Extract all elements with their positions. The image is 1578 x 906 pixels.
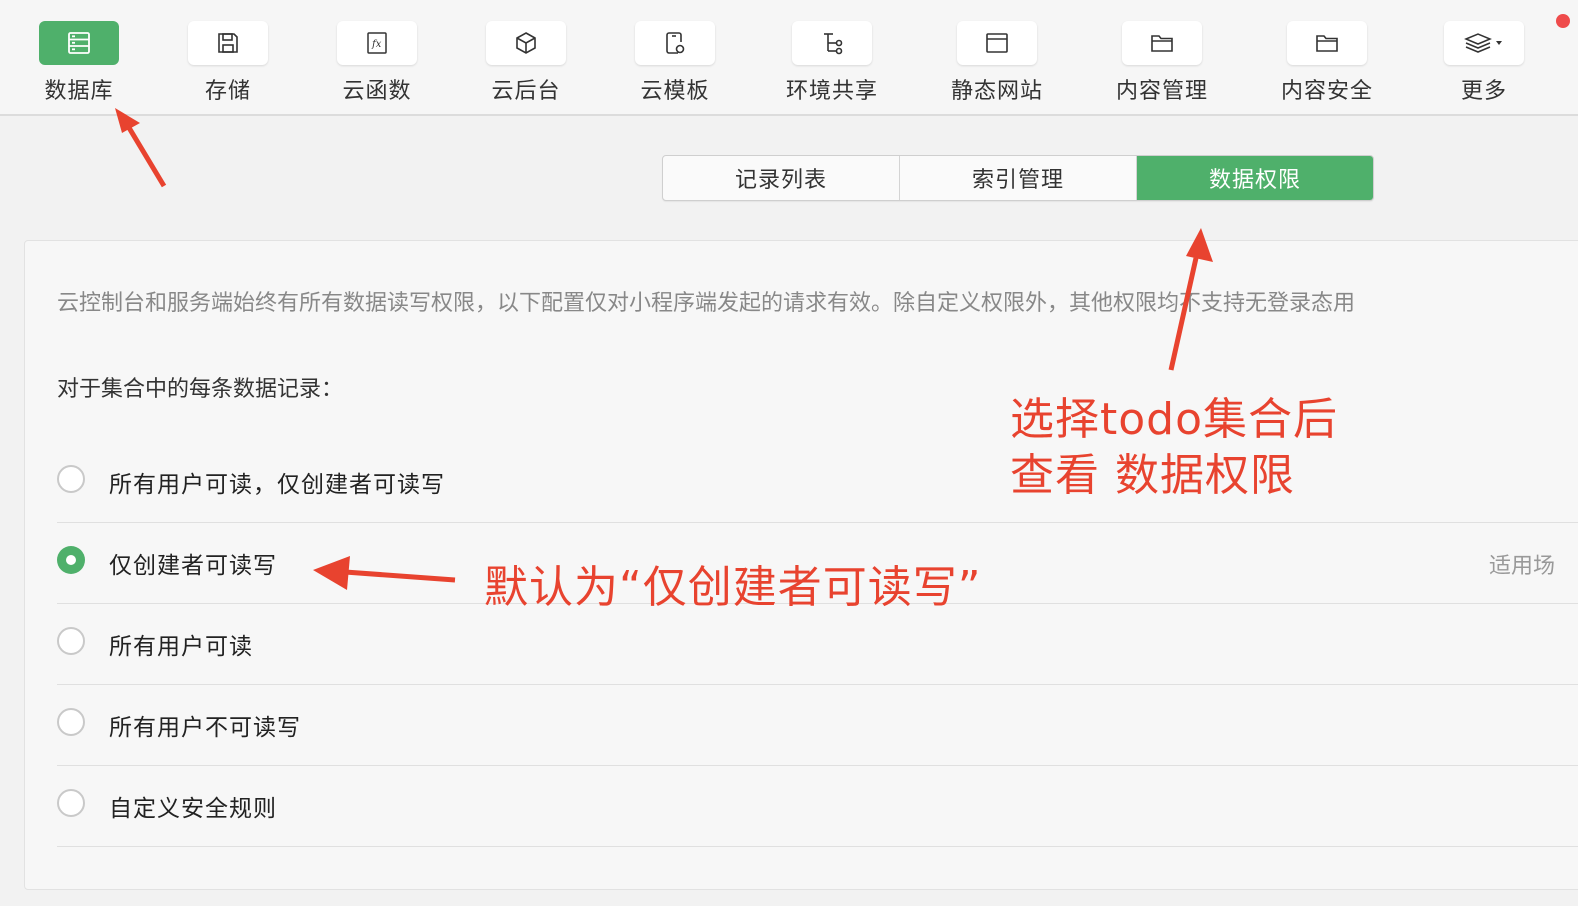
toolbar-label: 云函数 (342, 79, 412, 104)
toolbar-item-cloud-function[interactable]: fx 云函数 (307, 21, 447, 111)
template-phone-icon (666, 32, 685, 54)
arrow-to-database (125, 124, 167, 188)
permission-option[interactable]: 所有用户可读，仅创建者可读写 (57, 441, 1578, 523)
option-label: 所有用户可读，仅创建者可读写 (109, 472, 445, 498)
option-hint: 适用场 (1489, 554, 1556, 579)
browser-window-icon (986, 33, 1008, 53)
toolbar-label: 更多 (1460, 79, 1507, 104)
toolbar-label: 存储 (204, 79, 251, 104)
toolbar-label: 云后台 (491, 79, 561, 104)
storage-save-icon (218, 33, 238, 53)
top-toolbar: 数据库 存储 fx 云函数 云后台 云模板 环境共享 静态网站 内容管理 内容安… (0, 0, 1578, 116)
toolbar-item-static-website[interactable]: 静态网站 (927, 21, 1067, 111)
share-tree-icon (824, 33, 843, 55)
toolbar-item-cloud-template[interactable]: 云模板 (605, 21, 745, 111)
radio-button[interactable] (57, 708, 85, 736)
toolbar-item-storage[interactable]: 存储 (158, 21, 298, 111)
segmented-tabs: 记录列表 索引管理 数据权限 (662, 155, 1374, 201)
permission-question: 对于集合中的每条数据记录： (57, 377, 344, 402)
layers-dropdown-icon (1464, 33, 1502, 53)
toolbar-label: 数据库 (44, 79, 114, 104)
annotation-select-line2: 查看 数据权限 (1010, 450, 1295, 501)
radio-button[interactable] (57, 789, 85, 817)
cloud-template-button[interactable] (635, 21, 715, 65)
toolbar-item-cloud-backend[interactable]: 云后台 (456, 21, 596, 111)
radio-button[interactable] (57, 465, 85, 493)
radio-button-selected[interactable] (57, 546, 85, 574)
option-label: 所有用户可读 (109, 634, 253, 660)
option-label: 仅创建者可读写 (109, 553, 277, 579)
notification-dot (1556, 14, 1570, 28)
option-label: 自定义安全规则 (109, 796, 277, 822)
toolbar-item-content-management[interactable]: 内容管理 (1092, 21, 1232, 111)
database-icon (68, 32, 90, 54)
env-share-button[interactable] (792, 21, 872, 65)
toolbar-label: 环境共享 (785, 79, 878, 104)
toolbar-item-more[interactable]: 更多 (1414, 14, 1570, 111)
option-label: 所有用户不可读写 (109, 715, 301, 741)
cloud-backend-button[interactable] (486, 21, 566, 65)
toolbar-item-env-share[interactable]: 环境共享 (762, 21, 902, 111)
storage-button[interactable] (188, 21, 268, 65)
content-management-button[interactable] (1122, 21, 1202, 65)
toolbar-label: 内容管理 (1115, 79, 1208, 104)
static-website-button[interactable] (957, 21, 1037, 65)
annotation-select-line1: 选择todo集合后 (1010, 394, 1339, 445)
permission-notice: 云控制台和服务端始终有所有数据读写权限，以下配置仅对小程序端发起的请求有效。除自… (57, 291, 1356, 316)
toolbar-item-database[interactable]: 数据库 (9, 21, 149, 111)
svg-text:fx: fx (371, 39, 382, 50)
toolbar-label: 静态网站 (950, 79, 1043, 104)
annotation-default-note: 默认为“仅创建者可读写” (484, 562, 982, 613)
tab-index-management[interactable]: 索引管理 (900, 156, 1137, 200)
folder-icon (1316, 35, 1338, 52)
permission-option[interactable]: 所有用户不可读写 (57, 684, 1578, 766)
cloud-function-button[interactable]: fx (337, 21, 417, 65)
database-button[interactable] (39, 21, 119, 65)
content-security-button[interactable] (1287, 21, 1367, 65)
tab-data-permission[interactable]: 数据权限 (1137, 156, 1373, 200)
toolbar-item-content-security[interactable]: 内容安全 (1257, 21, 1397, 111)
toolbar-label: 内容安全 (1280, 79, 1373, 104)
tab-record-list[interactable]: 记录列表 (663, 156, 900, 200)
function-fx-icon: fx (367, 32, 387, 54)
permission-option[interactable]: 自定义安全规则 (57, 765, 1578, 847)
folder-icon (1151, 35, 1173, 52)
radio-button[interactable] (57, 627, 85, 655)
more-button[interactable] (1444, 14, 1570, 65)
toolbar-label: 云模板 (640, 79, 710, 104)
cube-icon (516, 32, 536, 54)
